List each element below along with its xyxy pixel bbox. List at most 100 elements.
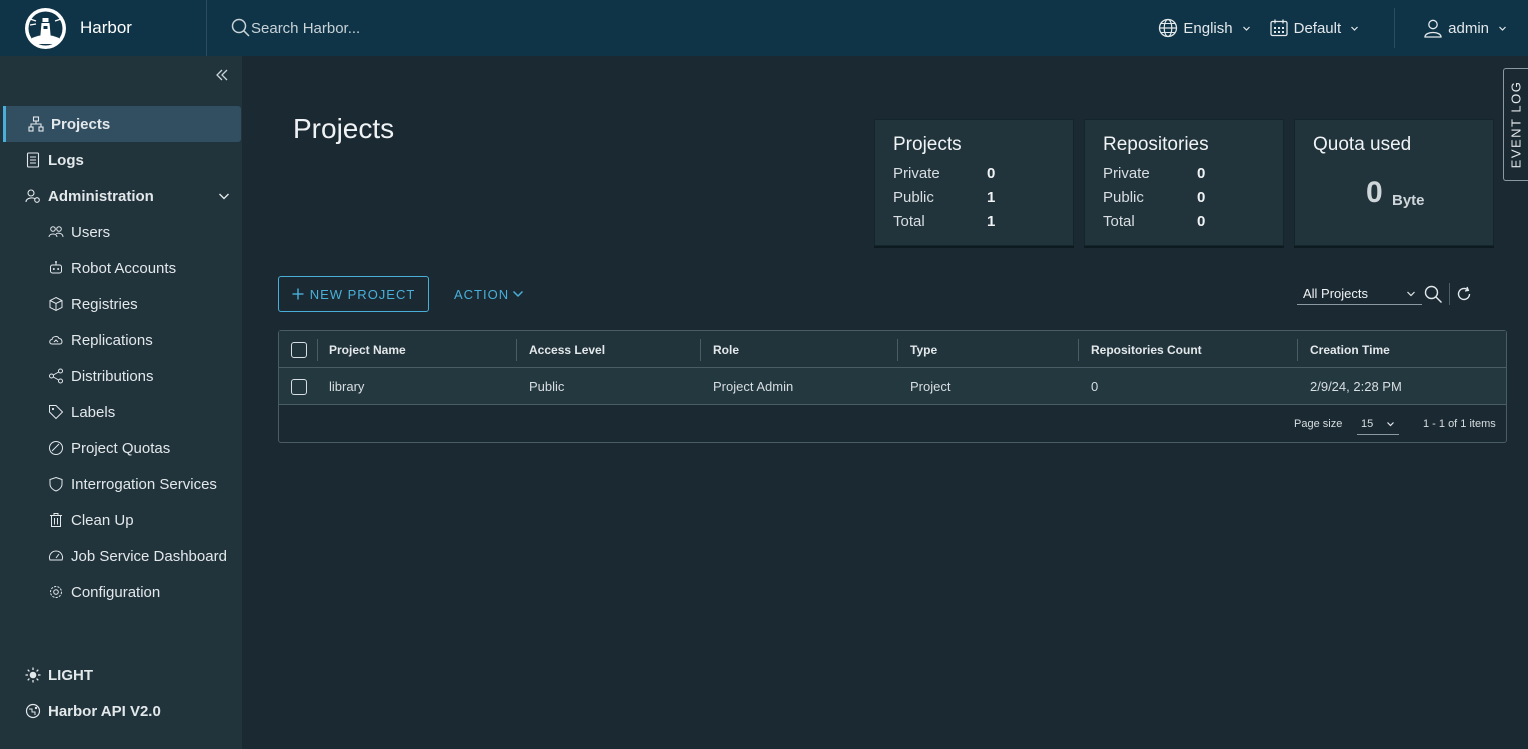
sidebar-item-logs[interactable]: Logs [3,142,241,178]
stat-label: Total [893,213,925,230]
column-divider [317,339,318,361]
project-name-link[interactable]: library [329,368,364,405]
chevron-down-icon [512,288,524,300]
new-project-label: NEW PROJECT [309,286,416,302]
sidebar-item-registries[interactable]: Registries [3,286,241,322]
datetime-format-selector[interactable]: Default [1269,18,1360,38]
sidebar-item-distributions[interactable]: Distributions [3,358,241,394]
table-footer: Page size 15 1 - 1 of 1 items [279,406,1506,442]
datetime-format-label: Default [1293,19,1342,37]
select-all-checkbox[interactable] [291,341,307,358]
sidebar-item-label: Registries [71,295,138,313]
stat-value: 0 [1197,189,1206,206]
chevron-down-icon [1242,24,1251,33]
sidebar-item-administration[interactable]: Administration [3,178,241,214]
event-log-label: EVENT LOG [1508,80,1524,169]
language-selector[interactable]: English [1158,18,1250,38]
column-divider [1078,339,1079,361]
cloud-sync-icon [48,332,64,348]
stat-value: 0 [1197,213,1206,230]
admin-icon [25,188,41,204]
action-dropdown-button[interactable]: ACTION [454,276,524,312]
harbor-api-link[interactable]: Harbor API V2.0 [3,693,241,729]
api-icon [25,703,41,719]
global-search [231,18,551,38]
new-project-button[interactable]: NEW PROJECT [278,276,429,312]
toolbar-divider [1449,283,1450,305]
page-size-label: Page size [1294,418,1343,430]
sidebar-item-users[interactable]: Users [3,214,241,250]
sidebar-item-label: Projects [51,115,111,133]
type-cell: Project [910,379,951,394]
sidebar-item-label: Administration [48,187,154,205]
sidebar-item-label: Clean Up [71,511,134,529]
sidebar-item-configuration[interactable]: Configuration [3,574,241,610]
theme-toggle-light[interactable]: LIGHT [3,657,241,693]
trash-icon [48,512,64,528]
sidebar-item-robot-accounts[interactable]: Robot Accounts [3,250,241,286]
column-divider [700,339,701,361]
column-header-creation-time[interactable]: Creation Time [1310,331,1390,368]
column-header-repositories-count[interactable]: Repositories Count [1091,331,1202,368]
user-menu[interactable]: admin [1423,18,1507,38]
column-header-project-name[interactable]: Project Name [329,331,406,368]
chevron-down-icon [1386,420,1395,429]
sidebar-item-replications[interactable]: Replications [3,322,241,358]
sidebar-item-job-service-dashboard[interactable]: Job Service Dashboard [3,538,241,574]
table-row: library Public Project Admin Project 0 2… [279,368,1506,405]
event-log-tab[interactable]: EVENT LOG [1503,68,1528,181]
column-header-role[interactable]: Role [713,331,739,368]
projects-summary-card: Projects Private 0 Public 1 Total 1 [874,119,1074,246]
log-icon [25,152,41,168]
brand[interactable]: Harbor [0,0,207,56]
sidebar-item-label: Configuration [71,583,161,601]
search-icon [231,18,251,38]
projects-table: Project Name Access Level Role Type Repo… [278,330,1507,443]
sidebar-item-label: Replications [71,331,153,349]
harbor-logo-icon [25,7,66,49]
page-size-select[interactable]: 15 [1357,413,1399,435]
filter-selected-value: All Projects [1303,286,1369,301]
stat-value: 1 [987,213,996,230]
stat-value: 1 [987,189,996,206]
collapse-sidebar-icon[interactable] [215,68,229,82]
globe-icon [1158,18,1178,38]
sidebar-item-project-quotas[interactable]: Project Quotas [3,430,241,466]
stat-label: Private [1103,165,1150,182]
stat-value: 0 [987,165,996,182]
row-checkbox-cell [291,368,307,405]
robot-icon [48,260,64,276]
header-divider [1394,8,1396,48]
repositories-count-cell: 0 [1091,379,1099,394]
sidebar-item-projects[interactable]: Projects [3,106,241,142]
project-filter-select[interactable]: All Projects [1297,283,1422,305]
sidebar-item-labels[interactable]: Labels [3,394,241,430]
column-divider [897,339,898,361]
users-icon [48,224,64,240]
stat-label: Public [1103,189,1144,206]
sidebar-item-label: Logs [48,151,84,169]
sidebar-item-label: Job Service Dashboard [71,547,227,565]
select-all-checkbox-cell [291,331,307,368]
page-title: Projects [293,113,395,144]
api-link-label: Harbor API V2.0 [48,702,161,720]
column-header-access-level[interactable]: Access Level [529,331,605,368]
sidebar-item-interrogation-services[interactable]: Interrogation Services [3,466,241,502]
access-level-cell: Public [529,379,565,394]
search-icon[interactable] [1424,285,1443,304]
search-input[interactable] [251,19,551,37]
dashboard-icon [48,440,64,456]
quota-value: 0 [1366,176,1383,209]
refresh-icon[interactable] [1456,286,1472,302]
row-checkbox[interactable] [291,378,307,395]
stat-label: Private [893,165,940,182]
stat-label: Total [1103,213,1135,230]
stat-value: 0 [1197,165,1206,182]
theme-toggle-label: LIGHT [48,666,93,684]
sidebar-item-label: Interrogation Services [71,475,217,493]
column-divider [1297,339,1298,361]
column-header-type[interactable]: Type [910,331,937,368]
sidebar-item-clean-up[interactable]: Clean Up [3,502,241,538]
action-label: ACTION [454,286,510,302]
app-name: Harbor [80,18,132,37]
